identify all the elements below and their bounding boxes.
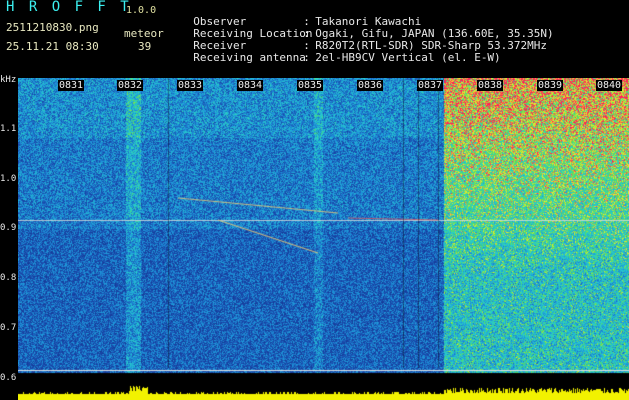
y-tick-label: 0.8 [0, 273, 17, 283]
y-tick-label: 0.6 [0, 373, 17, 383]
time-label: 0834 [237, 80, 264, 91]
y-tick-label: 0.7 [0, 323, 17, 333]
meteor-label: meteor [124, 27, 164, 40]
spectrogram-panel [18, 78, 629, 400]
time-label: 0837 [417, 80, 444, 91]
y-tick-label: 0.9 [0, 223, 17, 233]
time-label: 0836 [357, 80, 384, 91]
app-version: 1.0.0 [126, 5, 157, 16]
time-label: 0832 [117, 80, 144, 91]
y-tick-label: 1.0 [0, 174, 17, 184]
meta-value: 2el-HB9CV Vertical (el. E-W) [315, 51, 501, 64]
app-title: H R O F F T [6, 0, 132, 15]
time-label: 0838 [477, 80, 504, 91]
y-tick-label: 1.1 [0, 124, 17, 134]
meta-sep: : [303, 51, 310, 64]
time-label: 0840 [596, 80, 623, 91]
time-label: 0833 [177, 80, 204, 91]
meta-row-antenna: Receiving antenna: 2el-HB9CV Vertical (el… [180, 40, 501, 64]
file-name: 2511210830.png [6, 21, 99, 34]
meteor-count: 39 [138, 40, 152, 53]
time-label: 0831 [58, 80, 85, 91]
timestamp: 25.11.21 08:30 [6, 40, 99, 53]
meta-key: Receiving antenna [193, 51, 306, 64]
time-label: 0835 [297, 80, 324, 91]
spectrogram-canvas [18, 78, 629, 400]
time-label: 0839 [537, 80, 564, 91]
y-axis-unit: kHz [0, 75, 17, 85]
